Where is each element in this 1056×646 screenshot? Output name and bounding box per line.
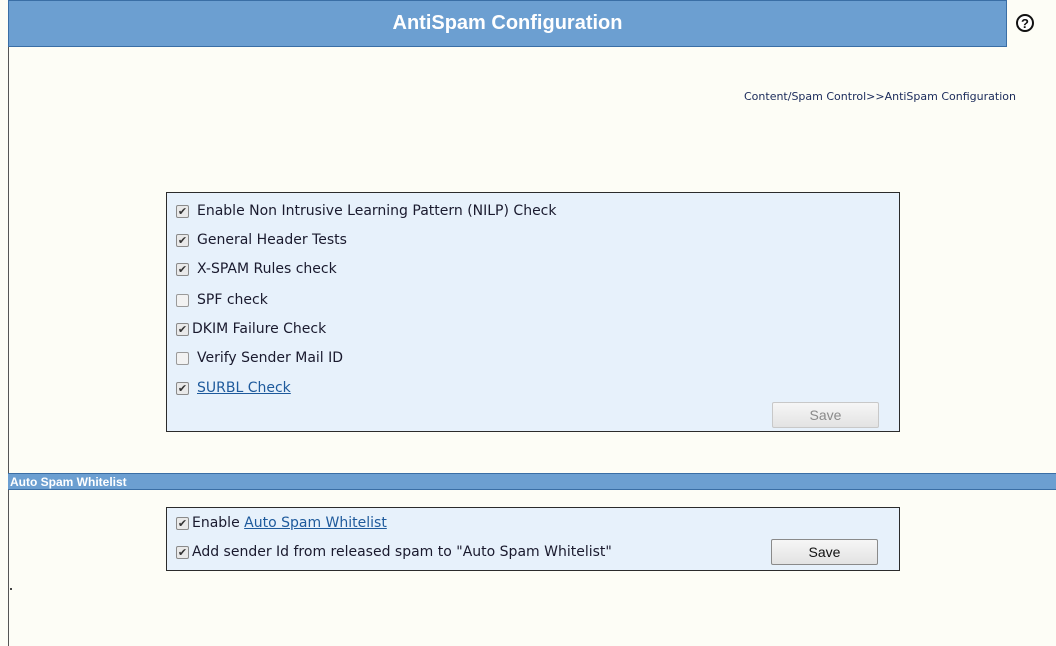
option-enable-whitelist[interactable]: ✔ Enable Auto Spam Whitelist: [176, 513, 387, 533]
checkbox-enable-whitelist[interactable]: ✔: [176, 516, 189, 530]
option-label: DKIM Failure Check: [192, 321, 327, 337]
surbl-check-link[interactable]: SURBL Check: [197, 380, 291, 396]
antispam-options-panel: ✔ Enable Non Intrusive Learning Pattern …: [166, 192, 900, 432]
antispam-config-page: AntiSpam Configuration ? Content/Spam Co…: [0, 0, 1056, 646]
option-dkim-failure[interactable]: ✔ DKIM Failure Check: [176, 319, 326, 339]
checkbox-dkim[interactable]: ✔: [176, 322, 189, 336]
option-label: X-SPAM Rules check: [197, 261, 337, 277]
option-label: Verify Sender Mail ID: [197, 350, 344, 366]
checkbox-general-header[interactable]: ✔: [176, 233, 189, 247]
checkbox-add-sender[interactable]: ✔: [176, 545, 189, 559]
page-title: AntiSpam Configuration: [392, 12, 623, 34]
checkbox-xspam[interactable]: ✔: [176, 262, 189, 276]
help-circle-icon[interactable]: ?: [1016, 14, 1034, 32]
checkbox-surbl[interactable]: ✔: [176, 381, 189, 395]
option-spf-check[interactable]: SPF check: [176, 290, 268, 310]
option-surbl-check[interactable]: ✔ SURBL Check: [176, 378, 291, 398]
save-button-whitelist[interactable]: Save: [771, 539, 878, 565]
stray-dot: [10, 588, 12, 590]
left-border: [8, 0, 9, 646]
option-label: Add sender Id from released spam to "Aut…: [192, 544, 612, 560]
option-add-sender[interactable]: ✔ Add sender Id from released spam to "A…: [176, 542, 612, 562]
option-label: Enable: [192, 515, 245, 531]
option-general-header-tests[interactable]: ✔ General Header Tests: [176, 230, 347, 250]
option-xspam-rules[interactable]: ✔ X-SPAM Rules check: [176, 259, 337, 279]
section-header-auto-spam-whitelist: Auto Spam Whitelist: [8, 473, 1056, 490]
title-bar: AntiSpam Configuration: [8, 0, 1007, 47]
option-verify-sender[interactable]: Verify Sender Mail ID: [176, 348, 343, 368]
option-label: SPF check: [197, 292, 268, 308]
breadcrumb: Content/Spam Control>>AntiSpam Configura…: [744, 90, 1016, 103]
whitelist-options-panel: ✔ Enable Auto Spam Whitelist ✔ Add sende…: [166, 507, 900, 571]
auto-spam-whitelist-link[interactable]: Auto Spam Whitelist: [244, 515, 387, 531]
option-nilp-check[interactable]: ✔ Enable Non Intrusive Learning Pattern …: [176, 201, 556, 221]
option-label: General Header Tests: [197, 232, 347, 248]
checkbox-spf[interactable]: [176, 293, 189, 307]
checkbox-verify-sender[interactable]: [176, 351, 189, 365]
save-button-antispam[interactable]: Save: [772, 402, 879, 428]
checkbox-nilp[interactable]: ✔: [176, 204, 189, 218]
option-label: Enable Non Intrusive Learning Pattern (N…: [197, 203, 557, 219]
